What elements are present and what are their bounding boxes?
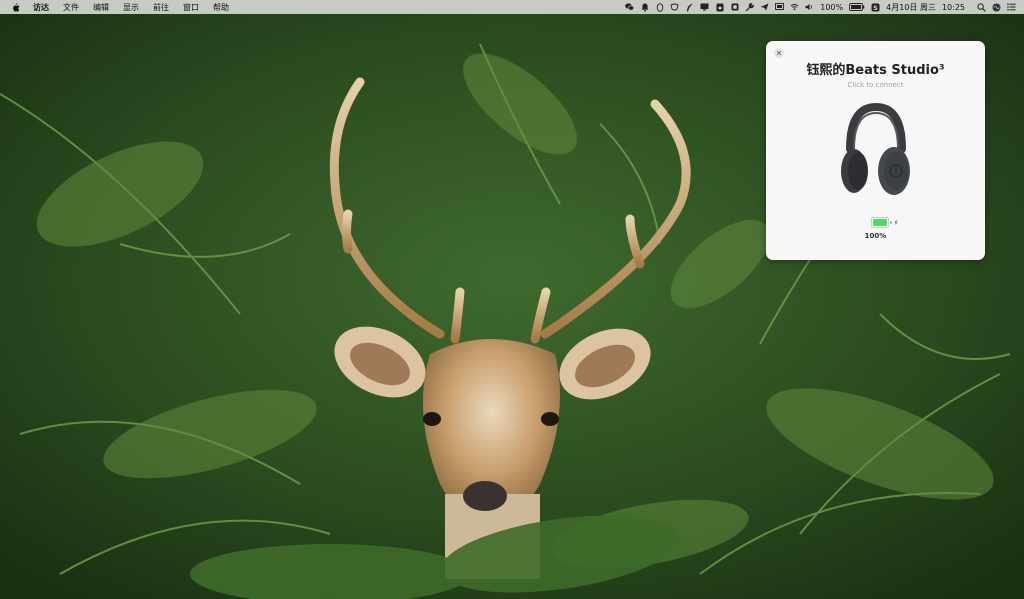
menu-item-go[interactable]: 前往 xyxy=(153,2,169,13)
notification-center-icon[interactable] xyxy=(1007,3,1016,12)
wechat-icon[interactable] xyxy=(625,3,635,12)
charging-bolt-icon: ⚡ xyxy=(893,218,899,227)
wrench-icon[interactable] xyxy=(745,2,755,12)
battery-indicator: ⚡ xyxy=(871,217,898,228)
svg-text:S: S xyxy=(873,4,878,12)
menu-item-file[interactable]: 文件 xyxy=(63,2,79,13)
volume-icon[interactable] xyxy=(805,3,814,12)
send-icon[interactable] xyxy=(760,3,769,12)
battery-cap xyxy=(890,221,892,224)
menu-item-window[interactable]: 窗口 xyxy=(183,2,199,13)
menu-item-view[interactable]: 显示 xyxy=(123,2,139,13)
music-icon[interactable] xyxy=(715,3,724,12)
menu-item-finder[interactable]: 访达 xyxy=(33,2,49,13)
siri-icon[interactable] xyxy=(992,3,1001,12)
connect-hint[interactable]: Click to connect xyxy=(766,81,985,89)
mask-icon[interactable] xyxy=(670,3,679,12)
menu-bar: 访达 文件 编辑 显示 前往 窗口 帮助 100% S 4月10日 周三 10:… xyxy=(0,0,1024,14)
battery-percent-label: 100% xyxy=(864,232,887,240)
apple-menu-icon[interactable] xyxy=(12,2,20,12)
menubar-time[interactable]: 10:25 xyxy=(942,3,965,12)
menu-item-help[interactable]: 帮助 xyxy=(213,2,229,13)
bluetooth-connect-card[interactable]: 钰熙的Beats Studio³ Click to connect ⚡ 100% xyxy=(766,41,985,260)
app-s-icon[interactable]: S xyxy=(871,3,880,12)
headphones-icon xyxy=(841,102,910,195)
device-name: 钰熙的Beats Studio³ xyxy=(806,63,945,78)
monitor-icon[interactable] xyxy=(700,3,709,12)
battery-icon xyxy=(871,217,889,228)
battery-fill xyxy=(873,219,887,226)
bell-icon[interactable] xyxy=(640,3,649,12)
menu-item-edit[interactable]: 编辑 xyxy=(93,2,109,13)
display-icon[interactable] xyxy=(775,3,785,12)
spotlight-search-icon[interactable] xyxy=(977,2,986,12)
menubar-date[interactable]: 4月10日 周三 xyxy=(886,2,936,13)
app-box-icon[interactable] xyxy=(730,3,739,12)
close-button[interactable] xyxy=(774,48,784,58)
battery-percent-text[interactable]: 100% xyxy=(820,3,843,12)
close-icon xyxy=(776,50,782,56)
battery-icon[interactable] xyxy=(849,3,865,12)
feather-icon[interactable] xyxy=(685,3,694,12)
wifi-icon[interactable] xyxy=(790,3,799,12)
qq-penguin-icon[interactable] xyxy=(655,2,664,12)
